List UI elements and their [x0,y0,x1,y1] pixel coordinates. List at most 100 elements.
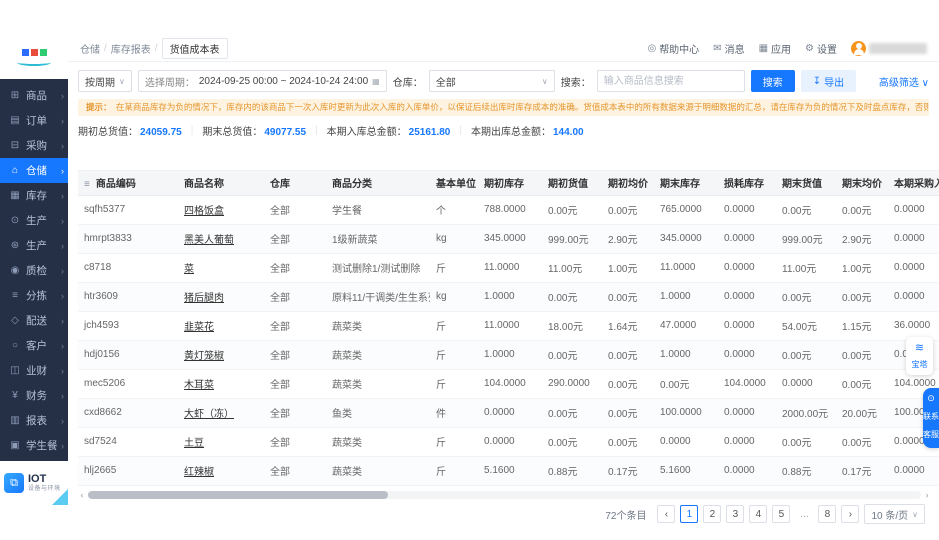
next-page-button[interactable]: › [841,505,860,523]
summary-value: 24059.75 [140,127,182,138]
column-header: 本期采购入库量 [888,171,939,196]
breadcrumb-warehouse[interactable]: 仓储 [80,41,100,56]
user-account[interactable] [851,40,927,56]
product-name-link[interactable]: 菜 [178,253,264,283]
sidebar-item-production[interactable]: ⊙ 生产 › [0,208,68,233]
settings-action[interactable]: ⚙ 设置 [805,41,837,56]
breadcrumb-inventory-report[interactable]: 库存报表 [111,41,151,56]
sidebar-item-purchase[interactable]: ⊟ 采购 › [0,133,68,158]
export-button[interactable]: ↧ 导出 [800,70,857,92]
chevron-right-icon: › [61,365,64,376]
table-cell: 0.0000 [718,340,776,370]
sidebar-item-production2[interactable]: ⊛ 生产 › [0,233,68,258]
table-cell: 原料11/干调类/生生系列商品 [326,282,430,312]
column-settings-icon[interactable]: ≡ [84,179,90,190]
table-cell: 全部 [264,282,326,312]
scroll-left-icon[interactable]: ‹ [78,490,86,500]
table-cell: 0.0000 [888,456,939,486]
breadcrumb-current-page[interactable]: 货值成本表 [161,37,228,59]
prev-page-button[interactable]: ‹ [657,505,676,523]
page-size-select[interactable]: 10 条/页 ∨ [864,504,925,524]
sidebar-item-order[interactable]: ▤ 订单 › [0,108,68,133]
search-button[interactable]: 搜索 [750,70,795,92]
sidebar-item-business-finance[interactable]: ◫ 业财 › [0,358,68,383]
table-cell: 0.00元 [836,369,888,399]
product-name-link[interactable]: 大虾（冻） [178,398,264,428]
table-cell: 0.0000 [654,427,718,457]
product-name-link[interactable]: 土豆 [178,427,264,457]
table-cell: kg [430,282,478,312]
product-name-link[interactable]: 木耳菜 [178,369,264,399]
sidebar-item-label: 采购 [26,140,47,152]
page-button-8[interactable]: 8 [818,505,837,523]
table-cell: 0.00元 [542,427,602,457]
scrollbar-track[interactable] [88,490,921,499]
table-cell: 11.00元 [776,253,836,283]
contact-support-tab[interactable]: ⊙ 联系客服 [923,388,939,448]
sidebar-item-warehouse[interactable]: ⌂ 仓储 › [0,158,68,183]
period-type-select[interactable]: 按周期 ∨ [78,70,132,92]
topbar: 仓储 / 库存报表 / 货值成本表 ◎ 帮助中心 ✉ 消息 ▦ 应用 ⚙ 设置 [68,35,939,62]
chevron-right-icon: › [61,265,64,276]
table-cell: 1.00元 [836,253,888,283]
page-button-2[interactable]: 2 [703,505,722,523]
apps-action[interactable]: ▦ 应用 [759,41,791,56]
sidebar-item-finance[interactable]: ¥ 财务 › [0,383,68,408]
product-name-link[interactable]: 红辣椒 [178,456,264,486]
advanced-filter-toggle[interactable]: 高级筛选 ∨ [879,74,929,89]
table-row: htr3609猪后腿肉全部原料11/干调类/生生系列商品kg1.00000.00… [78,282,939,312]
horizontal-scrollbar: ‹ › [78,490,931,500]
chevron-right-icon: › [61,340,64,351]
calendar-icon[interactable]: ▦ [372,77,380,86]
sidebar-item-sorting[interactable]: ≡ 分拣 › [0,283,68,308]
table-cell: 蔬菜类 [326,369,430,399]
period-label: 选择周期： [144,77,195,89]
sidebar-item-quality[interactable]: ◉ 质检 › [0,258,68,283]
sidebar-menu: ⊞ 商品 › ▤ 订单 › ⊟ 采购 › ⌂ 仓储 › ▦ 库存 › ⊙ 生产 › ⊛ 生产 › ◉ 质检 › ≡ 分拣 › ◇ 配送 ›… [0,79,68,461]
table-header-row: ≡ 商品编码 商品名称 仓库 商品分类 基本单位 期初库存 期初货值 期初均价 期末库存 损耗库存期… [78,171,939,196]
baota-float-badge[interactable]: ≋ 宝塔 [906,337,933,375]
chevron-right-icon: › [61,290,64,301]
column-header: 损耗库存 [718,171,776,196]
scroll-right-icon[interactable]: › [923,490,931,500]
table-cell: 0.00元 [836,195,888,225]
sidebar-item-customer[interactable]: ○ 客户 › [0,333,68,358]
scrollbar-thumb[interactable] [88,490,388,499]
logo-squares-icon [21,48,47,56]
product-name-link[interactable]: 黑美人葡萄 [178,224,264,254]
product-name-link[interactable]: 韭菜花 [178,311,264,341]
page-button-3[interactable]: 3 [726,505,745,523]
table-cell: 0.00元 [542,340,602,370]
page-button-4[interactable]: 4 [749,505,768,523]
table-cell: 47.0000 [654,311,718,341]
sidebar-item-report[interactable]: ▥ 报表 › [0,408,68,433]
table-cell: 0.00元 [542,282,602,312]
table-cell: 0.00元 [602,195,654,225]
product-name-link[interactable]: 四格饭盒 [178,195,264,225]
sidebar-item-label: 商品 [26,90,47,102]
messages-action[interactable]: ✉ 消息 [713,41,744,56]
page-ellipsis: ... [795,505,814,523]
table-cell: 0.0000 [718,195,776,225]
sidebar-item-goods[interactable]: ⊞ 商品 › [0,83,68,108]
help-center-action[interactable]: ◎ 帮助中心 [647,41,699,56]
sidebar-item-inventory[interactable]: ▦ 库存 › [0,183,68,208]
sidebar-item-delivery[interactable]: ◇ 配送 › [0,308,68,333]
table-cell: 0.00元 [602,340,654,370]
product-name-link[interactable]: 黄灯笼椒 [178,340,264,370]
period-range-picker[interactable]: 选择周期： 2024-09-25 00:00 ~ 2024-10-24 24:0… [137,70,387,92]
chevron-down-icon: ∨ [921,77,929,89]
warehouse-select[interactable]: 全部 ∨ [428,70,555,92]
table-cell: 全部 [264,398,326,428]
search-input[interactable] [596,70,745,92]
sidebar-item-student-meal[interactable]: ▣ 学生餐 › [0,433,68,458]
page-button-5[interactable]: 5 [772,505,791,523]
customer-icon: ○ [11,340,19,351]
baota-label: 宝塔 [911,360,928,369]
product-name-link[interactable]: 猪后腿肉 [178,282,264,312]
warning-hint-bar: 提示： 在某商品库存为负的情况下，库存内的该商品下一次入库时更新为此次入库的入库… [78,99,929,116]
page-button-1[interactable]: 1 [680,505,699,523]
table-row: hlj2665 红辣椒 全部 蔬菜类斤 5.1600 0.88元 0.17元 5.1600 0.… [78,456,939,486]
table-cell: 0.0000 [718,282,776,312]
table-cell: 290.0000 [542,369,602,399]
